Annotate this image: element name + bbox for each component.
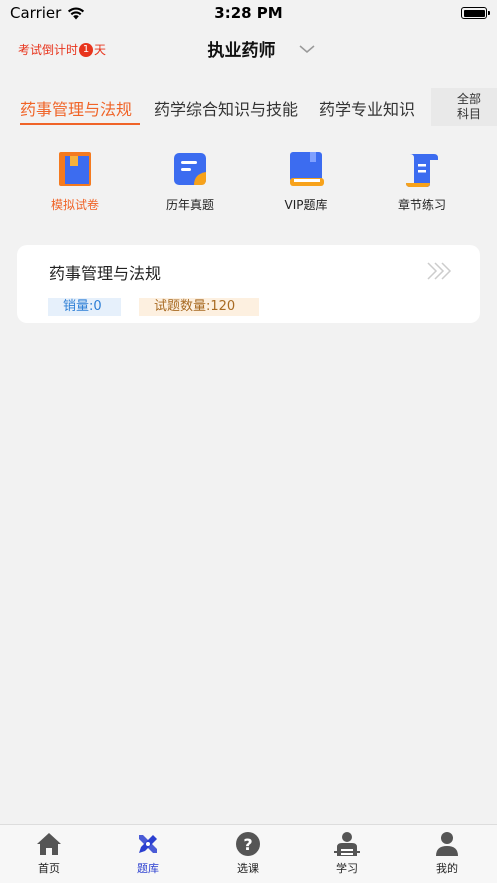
- feature-mock-exam[interactable]: 模拟试卷: [25, 150, 125, 213]
- all-subjects-line1: 全部: [456, 92, 481, 106]
- tabbar-item-courses[interactable]: ? 选课: [213, 831, 283, 876]
- tab-pharmacy-comprehensive[interactable]: 药学综合知识与技能: [154, 96, 298, 120]
- svg-text:?: ?: [243, 835, 252, 854]
- chevrons-right-icon: [427, 262, 452, 280]
- tabbar-label-study: 学习: [336, 862, 358, 875]
- status-bar: Carrier 3:28 PM: [0, 0, 497, 26]
- question-mark-icon: ?: [236, 832, 260, 856]
- question-count-badge: 试题数量:120: [139, 298, 259, 316]
- sales-badge: 销量:0: [48, 298, 121, 316]
- tabbar-label-profile: 我的: [436, 862, 458, 875]
- feature-past-exams[interactable]: 历年真题: [140, 150, 240, 213]
- feature-label-past-exams: 历年真题: [165, 198, 214, 212]
- carrier-label: Carrier: [10, 4, 62, 22]
- chapter-practice-icon: [406, 154, 438, 187]
- feature-vip-bank[interactable]: VIP题库: [256, 150, 356, 213]
- tab-pharmacy-professional[interactable]: 药学专业知识: [319, 96, 415, 120]
- chevron-down-icon[interactable]: [298, 40, 316, 58]
- home-icon: [37, 833, 61, 855]
- tabbar-item-profile[interactable]: 我的: [412, 831, 482, 876]
- tab-pharmacy-law[interactable]: 药事管理与法规: [20, 96, 132, 120]
- tabbar-item-home[interactable]: 首页: [14, 831, 84, 876]
- tabbar-label-question-bank: 题库: [137, 862, 159, 875]
- tabbar-item-question-bank[interactable]: 题库: [113, 831, 183, 876]
- feature-label-vip-bank: VIP题库: [284, 198, 328, 212]
- wifi-icon: [68, 6, 85, 19]
- tabbar-label-courses: 选课: [237, 862, 259, 875]
- profile-icon: [436, 832, 458, 856]
- feature-grid: 模拟试卷 历年真题 VIP题库 章节练习: [0, 150, 497, 220]
- study-icon: [334, 832, 360, 856]
- bottom-tab-bar: 首页 题库 ? 选课 学习 我的: [0, 824, 497, 883]
- header: 考试倒计时 1 天 执业药师: [0, 30, 497, 70]
- active-tab-underline: [20, 123, 140, 125]
- title-selector[interactable]: 执业药师: [0, 36, 497, 61]
- all-subjects-line2: 科目: [456, 107, 481, 121]
- vip-bank-icon: [290, 152, 324, 186]
- tabbar-item-study[interactable]: 学习: [312, 831, 382, 876]
- battery-icon: [461, 7, 490, 19]
- question-bank-icon: [139, 835, 157, 853]
- feature-chapter-practice[interactable]: 章节练习: [372, 150, 472, 213]
- tabbar-label-home: 首页: [38, 862, 60, 875]
- feature-label-mock-exam: 模拟试卷: [50, 198, 99, 212]
- subject-card[interactable]: 药事管理与法规 销量:0 试题数量:120: [17, 245, 480, 323]
- mock-exam-icon: [59, 152, 91, 186]
- card-title: 药事管理与法规: [49, 264, 162, 283]
- page-title[interactable]: 执业药师: [208, 36, 276, 61]
- status-left: Carrier: [10, 4, 85, 22]
- all-subjects-button[interactable]: 全部 科目: [431, 88, 497, 126]
- feature-label-chapter-practice: 章节练习: [397, 198, 446, 212]
- subject-tabs: 药事管理与法规 药学综合知识与技能 药学专业知识 全部 科目: [0, 88, 497, 128]
- past-exams-icon: [174, 153, 206, 185]
